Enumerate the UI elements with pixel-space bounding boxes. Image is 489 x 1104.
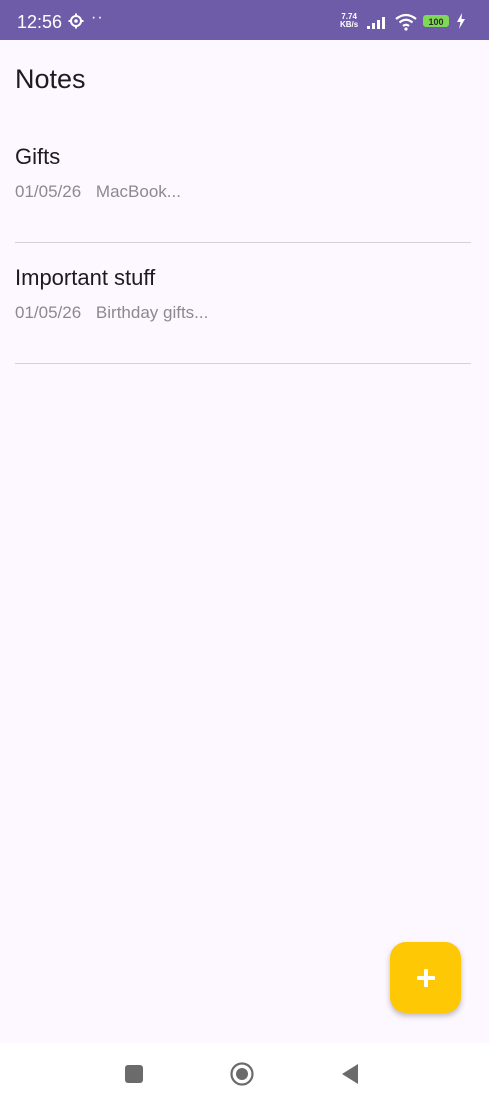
add-note-button[interactable] <box>390 942 461 1013</box>
note-preview: MacBook... <box>95 182 181 201</box>
plus-icon <box>416 968 435 987</box>
navigation-bar <box>0 1043 489 1104</box>
note-meta: 01/05/26 Birthday gifts... <box>15 303 208 323</box>
battery-icon: 100 <box>423 15 449 27</box>
note-list: Gifts 01/05/26 MacBook... Important stuf… <box>15 122 471 364</box>
network-speed-unit: KB/s <box>340 20 359 29</box>
page-title: Notes <box>15 64 86 94</box>
signal-icon <box>367 17 385 29</box>
note-preview: Birthday gifts... <box>95 303 209 322</box>
gear-icon <box>68 13 84 29</box>
note-date: 01/05/26 <box>15 303 82 322</box>
status-dots: ·· <box>91 9 104 26</box>
note-meta: 01/05/26 MacBook... <box>15 182 181 202</box>
note-date: 01/05/26 <box>15 182 82 201</box>
status-bar: 12:56 ·· 7.74 KB/s 100 <box>0 0 489 40</box>
home-circle-icon[interactable] <box>230 1062 254 1086</box>
note-title: Important stuff <box>15 265 156 290</box>
list-item[interactable]: Gifts 01/05/26 MacBook... <box>15 122 471 243</box>
wifi-icon <box>395 13 417 31</box>
note-title: Gifts <box>15 144 61 169</box>
network-speed: 7.74 KB/s <box>340 13 358 29</box>
back-triangle-icon[interactable] <box>338 1062 362 1086</box>
charging-icon <box>457 13 465 29</box>
list-item[interactable]: Important stuff 01/05/26 Birthday gifts.… <box>15 243 471 364</box>
recents-square-icon[interactable] <box>122 1062 146 1086</box>
status-time: 12:56 <box>17 12 63 32</box>
